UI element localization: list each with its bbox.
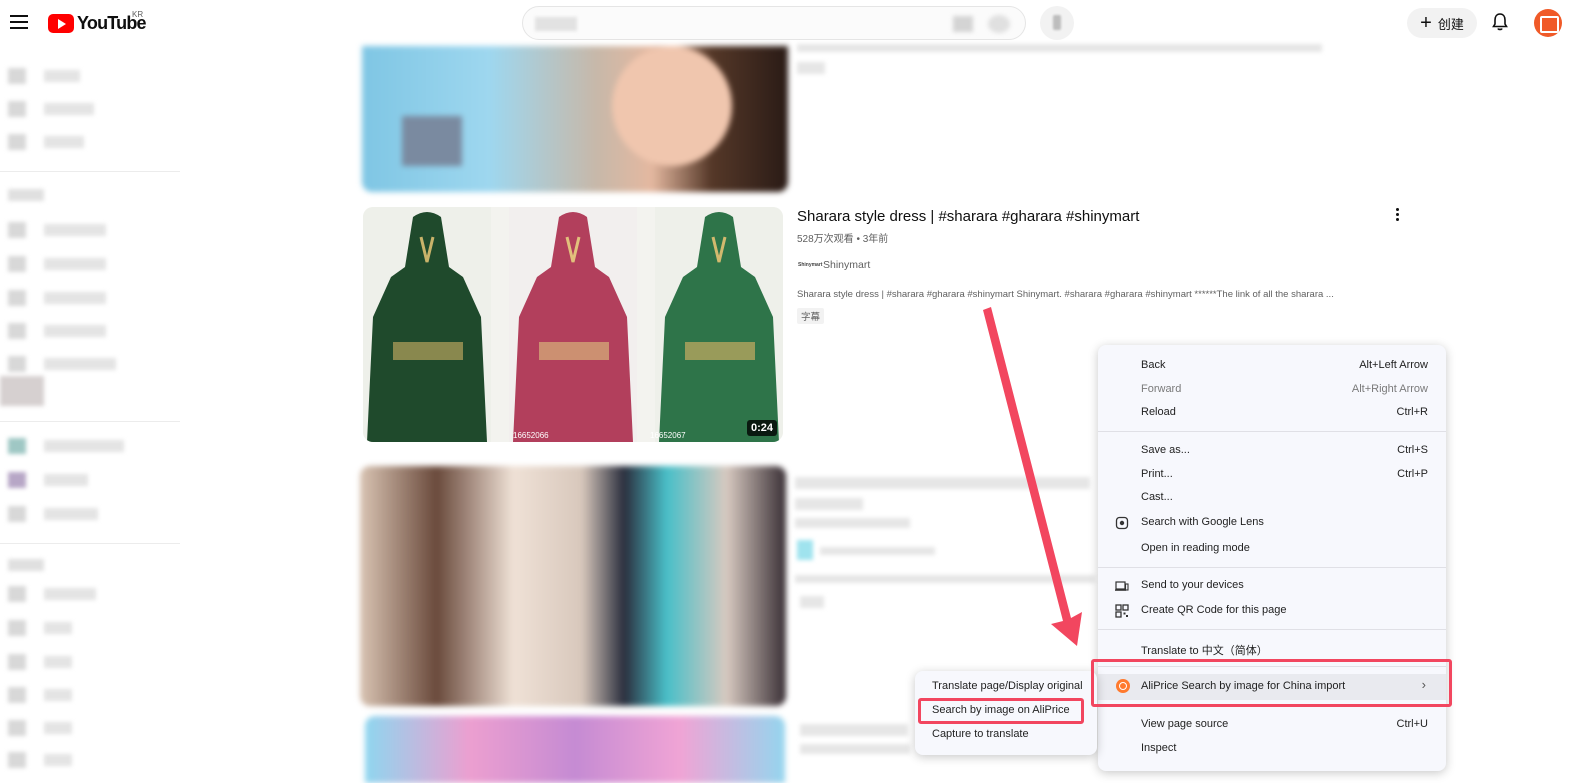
- subtitles-badge: 字幕: [797, 308, 825, 324]
- sku-label: 16652067: [650, 431, 686, 440]
- menu-item-send-to-devices[interactable]: Send to your devices: [1098, 574, 1446, 598]
- create-label: 创建: [1437, 16, 1464, 32]
- video-description: Sharara style dress | #sharara #gharara …: [797, 289, 1334, 300]
- channel-avatar-blurred[interactable]: [797, 540, 813, 560]
- bell-icon[interactable]: [1490, 12, 1510, 32]
- video-meta: 528万次观看 • 3年前: [797, 234, 889, 245]
- sidebar-section-heading: [8, 189, 44, 201]
- devices-icon: [1115, 581, 1129, 591]
- sidebar-item-thumbnail[interactable]: [0, 376, 44, 406]
- keyboard-icon[interactable]: [953, 16, 973, 32]
- menu-item-reload[interactable]: Reload Ctrl+R: [1098, 401, 1446, 425]
- avatar[interactable]: [1534, 9, 1562, 37]
- menu-item-translate[interactable]: Translate to 中文（简体）: [1098, 637, 1446, 661]
- search-icon[interactable]: [988, 15, 1010, 33]
- channel-avatar[interactable]: Shinymart: [798, 258, 822, 272]
- video-title-blurred[interactable]: [800, 744, 910, 754]
- menu-item-qr-code[interactable]: Create QR Code for this page: [1098, 599, 1446, 623]
- submenu-item-translate-page[interactable]: Translate page/Display original: [915, 675, 1097, 699]
- video-thumbnail-blurred[interactable]: [365, 716, 785, 783]
- google-lens-icon: [1115, 516, 1129, 530]
- video-description-blurred: [795, 575, 1095, 583]
- divider: [0, 171, 180, 172]
- video-title-blurred[interactable]: [797, 44, 1322, 52]
- region-code: KR: [132, 10, 144, 19]
- menu-item-google-lens[interactable]: Search with Google Lens: [1098, 511, 1446, 535]
- context-menu: Back Alt+Left Arrow Forward Alt+Right Arro…: [1098, 345, 1446, 771]
- menu-divider: [1098, 629, 1446, 630]
- more-options-icon[interactable]: [1390, 205, 1406, 223]
- video-thumbnail-blurred[interactable]: [362, 46, 788, 192]
- menu-item-save-as[interactable]: Save as... Ctrl+S: [1098, 439, 1446, 463]
- search-input[interactable]: [522, 6, 1026, 40]
- sidebar-section-heading: [8, 559, 44, 571]
- channel-name-blurred[interactable]: [820, 547, 935, 555]
- divider: [0, 543, 180, 544]
- divider: [0, 421, 180, 422]
- microphone-icon[interactable]: [1040, 6, 1074, 40]
- dress-image-green: [363, 207, 491, 442]
- youtube-play-icon: [48, 13, 74, 33]
- video-thumbnail[interactable]: 16652066 16652067 0:24: [363, 207, 783, 442]
- dress-image-pink: [509, 207, 637, 442]
- video-meta-blurred: [797, 62, 825, 74]
- menu-icon[interactable]: [8, 10, 32, 34]
- submenu-item-capture-to-translate[interactable]: Capture to translate: [915, 723, 1097, 747]
- menu-item-cast[interactable]: Cast...: [1098, 486, 1446, 510]
- menu-item-back[interactable]: Back Alt+Left Arrow: [1098, 354, 1446, 378]
- menu-item-reading-mode[interactable]: Open in reading mode: [1098, 537, 1446, 561]
- menu-item-print[interactable]: Print... Ctrl+P: [1098, 463, 1446, 487]
- menu-divider: [1098, 431, 1446, 432]
- menu-divider: [1098, 567, 1446, 568]
- menu-item-forward[interactable]: Forward Alt+Right Arrow: [1098, 378, 1446, 402]
- qr-code-icon: [1115, 604, 1129, 618]
- video-title-blurred[interactable]: [795, 477, 1090, 489]
- masthead: YouTube KR + 创建: [0, 0, 1589, 46]
- menu-item-inspect[interactable]: Inspect: [1098, 737, 1446, 761]
- video-thumbnail-blurred[interactable]: [360, 466, 786, 706]
- dress-image-light-green: [655, 207, 783, 442]
- highlight-box-aliprice: [1091, 659, 1452, 707]
- duration-badge: 0:24: [746, 420, 777, 436]
- sku-label: 16652066: [513, 431, 549, 440]
- channel-name[interactable]: Shinymart: [823, 259, 870, 271]
- search-placeholder-blurred: [535, 17, 577, 31]
- create-button[interactable]: + 创建: [1407, 8, 1477, 38]
- video-title-blurred[interactable]: [800, 724, 908, 736]
- video-meta-blurred: [795, 518, 910, 528]
- sidebar: [0, 46, 185, 783]
- video-title-blurred[interactable]: [795, 498, 863, 510]
- plus-icon: +: [1420, 12, 1432, 34]
- video-title[interactable]: Sharara style dress | #sharara #gharara …: [797, 208, 1139, 225]
- menu-item-view-source[interactable]: View page source Ctrl+U: [1098, 713, 1446, 737]
- highlight-box-search-by-image: [918, 698, 1084, 724]
- badge-blurred: [800, 596, 824, 608]
